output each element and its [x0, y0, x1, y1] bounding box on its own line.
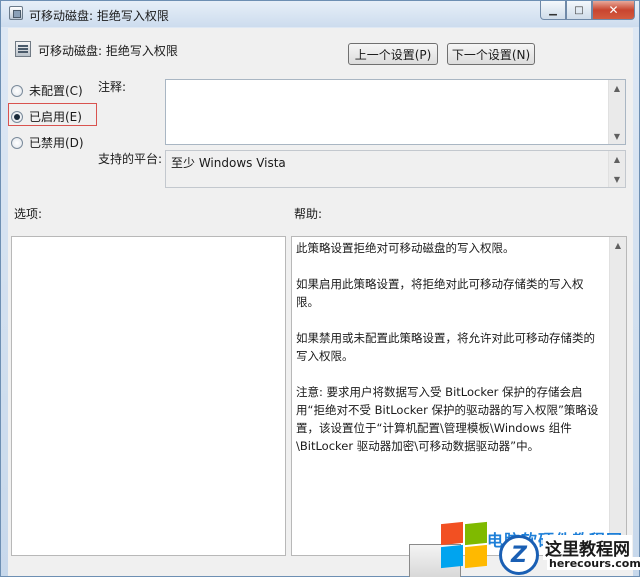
comment-textarea[interactable]: ▲ ▼ — [165, 79, 626, 145]
radio-disabled[interactable]: 已禁用(D) — [11, 134, 84, 151]
window-title: 可移动磁盘: 拒绝写入权限 — [29, 9, 169, 23]
close-icon: ✕ — [608, 3, 619, 17]
help-paragraph: 此策略设置拒绝对可移动磁盘的写入权限。 — [296, 241, 515, 255]
minimize-button[interactable]: ▁ — [540, 1, 566, 20]
supported-platform-value: 至少 Windows Vista — [171, 156, 286, 170]
dialog-content: 可移动磁盘: 拒绝写入权限 上一个设置(P) 下一个设置(N) 未配置(C) 已… — [8, 28, 633, 576]
help-panel: 此策略设置拒绝对可移动磁盘的写入权限。 如果启用此策略设置，将拒绝对此可移动存储… — [291, 236, 627, 556]
radio-disabled-indicator[interactable] — [11, 136, 23, 149]
scroll-up-icon[interactable]: ▲ — [609, 80, 625, 96]
radio-not-configured-indicator[interactable] — [11, 84, 23, 97]
next-setting-button[interactable]: 下一个设置(N) — [447, 43, 535, 65]
platform-scrollbar[interactable]: ▲ ▼ — [608, 151, 625, 187]
watermark-logo-icon: Z — [499, 535, 539, 575]
window-controls: ▁ □ ✕ — [540, 1, 635, 20]
policy-setting-icon — [15, 41, 31, 57]
help-paragraph: 如果禁用或未配置此策略设置，将允许对此可移动存储类的写入权限。 — [296, 331, 595, 363]
radio-not-configured-label: 未配置(C) — [29, 84, 83, 98]
scroll-up-icon[interactable]: ▲ — [610, 237, 626, 253]
close-button[interactable]: ✕ — [592, 1, 635, 20]
enabled-highlight-frame — [8, 103, 97, 126]
dialog-window: 可移动磁盘: 拒绝写入权限 ▁ □ ✕ 可移动磁盘: 拒绝写入权限 上一个设置(… — [0, 0, 640, 577]
scroll-down-icon[interactable]: ▼ — [609, 171, 625, 187]
maximize-icon: □ — [574, 4, 584, 16]
supported-platform-box: 至少 Windows Vista ▲ ▼ — [165, 150, 626, 188]
help-paragraph: 如果启用此策略设置，将拒绝对此可移动存储类的写入权限。 — [296, 277, 584, 309]
previous-setting-button[interactable]: 上一个设置(P) — [348, 43, 438, 65]
scroll-down-icon[interactable]: ▼ — [609, 128, 625, 144]
radio-not-configured[interactable]: 未配置(C) — [11, 82, 83, 99]
radio-disabled-label: 已禁用(D) — [29, 136, 84, 150]
help-paragraph: 注意: 要求用户将数据写入受 BitLocker 保护的存储会启用“拒绝对不受 … — [296, 385, 599, 453]
policy-window-icon — [9, 6, 23, 20]
supported-platform-label: 支持的平台: — [98, 152, 163, 166]
policy-title: 可移动磁盘: 拒绝写入权限 — [38, 44, 178, 58]
minimize-icon: ▁ — [549, 4, 557, 16]
maximize-button[interactable]: □ — [566, 1, 592, 20]
scroll-up-icon[interactable]: ▲ — [609, 151, 625, 167]
comment-label: 注释: — [98, 80, 127, 94]
windows-logo-icon — [441, 521, 489, 569]
options-label: 选项: — [14, 207, 43, 221]
watermark-logo-letter: Z — [511, 542, 527, 568]
watermark-site-url: herecours.com — [547, 557, 640, 570]
options-panel — [11, 236, 286, 556]
watermark: 电脑软硬件教程网 Z 这里教程网 herecours.com — [411, 521, 640, 577]
title-bar[interactable]: 可移动磁盘: 拒绝写入权限 ▁ □ ✕ — [1, 1, 639, 27]
help-label: 帮助: — [294, 207, 323, 221]
help-scrollbar[interactable]: ▲ ▼ — [609, 237, 626, 555]
help-text: 此策略设置拒绝对可移动磁盘的写入权限。 如果启用此策略设置，将拒绝对此可移动存储… — [296, 239, 606, 473]
comment-scrollbar[interactable]: ▲ ▼ — [608, 80, 625, 144]
